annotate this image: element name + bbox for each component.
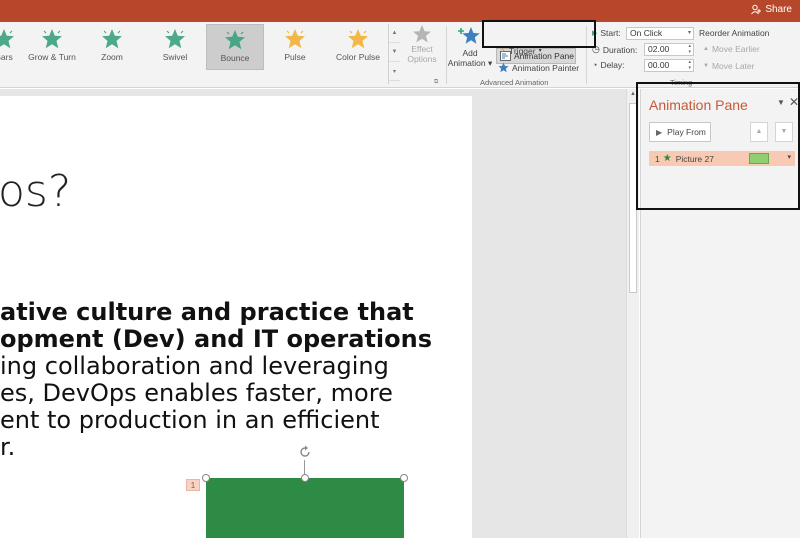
delay-value: 00.00 <box>648 60 670 70</box>
effect-options-star-icon <box>413 25 431 43</box>
slide-body-line[interactable]: ative culture and practice that <box>0 298 414 326</box>
slide-body-line[interactable]: es, DevOps enables faster, more <box>0 379 393 407</box>
arrow-up-icon: ▲ <box>703 46 709 52</box>
arrow-down-icon: ▼ <box>703 63 709 69</box>
slide-title[interactable]: os? <box>0 166 71 217</box>
move-earlier-button[interactable]: ▲ Move Earlier <box>703 44 760 54</box>
reorder-animation-label: Reorder Animation <box>699 28 770 38</box>
animation-painter-button[interactable]: Animation Painter <box>498 62 579 73</box>
slide-body-line[interactable]: opment (Dev) and IT operations <box>0 325 432 353</box>
gallery-item-bounce[interactable]: Bounce <box>206 24 264 70</box>
gallery-item-swivel[interactable]: Swivel <box>148 24 202 70</box>
share-person-icon <box>751 4 762 15</box>
gallery-item-color-pulse[interactable]: Color Pulse <box>330 24 386 70</box>
animation-painter-icon <box>498 62 509 73</box>
slide-canvas[interactable]: os? ative culture and practice that opme… <box>0 96 472 538</box>
gallery-more-icon[interactable]: ▾ <box>389 62 400 81</box>
gallery-item-label: Color Pulse <box>336 52 380 62</box>
title-bar: Share <box>0 0 800 22</box>
animations-ribbon: Bars Grow & Turn Zoom Swivel Bounce Pulse Colo… <box>0 22 800 88</box>
effect-options-button[interactable]: Effect Options <box>404 24 440 64</box>
add-animation-label-2: Animation ▾ <box>447 58 493 68</box>
gallery-item-label: Grow & Turn <box>28 52 76 62</box>
move-later-label: Move Later <box>711 61 755 71</box>
move-later-button[interactable]: ▼ Move Later <box>703 61 754 71</box>
gallery-item-bars[interactable]: Bars <box>0 24 24 70</box>
add-animation-star-icon <box>458 27 480 44</box>
gallery-up-icon[interactable]: ▲ <box>389 24 400 43</box>
gallery-item-label: Pulse <box>284 52 306 62</box>
share-label: Share <box>765 4 792 15</box>
gallery-item-pulse[interactable]: Pulse <box>268 24 322 70</box>
duration-stepper[interactable]: 02.00 ▴ ▾ <box>644 43 694 56</box>
slide-body-line[interactable]: ent to production in an efficient <box>0 406 380 434</box>
start-label: ▶ Start: <box>592 28 621 38</box>
chevron-down-icon: ▾ <box>687 30 691 36</box>
pulse-effect-icon <box>285 29 305 49</box>
highlight-box <box>636 82 800 210</box>
gallery-scroll[interactable]: ▲ ▼ ▾ <box>388 24 400 84</box>
gallery-item-label: Swivel <box>162 52 188 62</box>
delay-stepper[interactable]: 00.00 ▴ ▾ <box>644 59 694 72</box>
color-pulse-effect-icon <box>348 29 368 49</box>
ribbon-separator <box>446 26 447 84</box>
resize-handle[interactable] <box>400 474 408 482</box>
gallery-item-label: Bounce <box>220 53 250 63</box>
swivel-effect-icon <box>165 29 185 49</box>
animation-order-tag[interactable]: 1 <box>186 479 200 491</box>
add-animation-label-1: Add <box>462 48 478 58</box>
resize-handle[interactable] <box>202 474 210 482</box>
share-button[interactable]: Share <box>751 4 792 15</box>
zoom-effect-icon <box>102 29 122 49</box>
start-dropdown[interactable]: On Click ▾ <box>626 27 694 40</box>
animation-dialog-launcher-icon[interactable]: ⧉ <box>434 79 438 86</box>
slide-body-line[interactable]: ing collaboration and leveraging <box>0 352 389 380</box>
duration-label: ◷ Duration: <box>592 44 638 55</box>
gallery-down-icon[interactable]: ▼ <box>389 43 400 62</box>
gallery-item-label: Bars <box>0 52 13 62</box>
animation-painter-label: Animation Painter <box>512 62 580 73</box>
gallery-item-grow-turn[interactable]: Grow & Turn <box>24 24 80 70</box>
advanced-animation-group-label: Advanced Animation <box>480 78 549 87</box>
resize-handle[interactable] <box>301 474 309 482</box>
gallery-item-zoom[interactable]: Zoom <box>86 24 138 70</box>
rotate-handle-icon[interactable] <box>297 444 313 460</box>
effect-options-label-1: Effect <box>411 44 433 54</box>
effect-options-label-2: Options <box>407 54 437 64</box>
stepper-arrows-icon[interactable]: ▴ ▾ <box>688 59 691 71</box>
duration-value: 02.00 <box>648 44 670 54</box>
bars-effect-icon <box>0 29 14 49</box>
rotate-connector <box>304 460 305 474</box>
bounce-effect-icon <box>225 30 245 50</box>
grow-turn-effect-icon <box>42 29 62 49</box>
highlight-box <box>482 20 596 48</box>
gallery-item-label: Zoom <box>101 52 123 62</box>
move-earlier-label: Move Earlier <box>711 44 760 54</box>
delay-label: ◔ Delay: <box>592 60 625 70</box>
picture-27[interactable] <box>206 478 404 538</box>
start-value: On Click <box>630 28 663 38</box>
delay-clock-icon: ◔ <box>592 60 598 70</box>
slide-body-line[interactable]: r. <box>0 433 15 461</box>
stepper-arrows-icon[interactable]: ▴ ▾ <box>688 43 691 55</box>
